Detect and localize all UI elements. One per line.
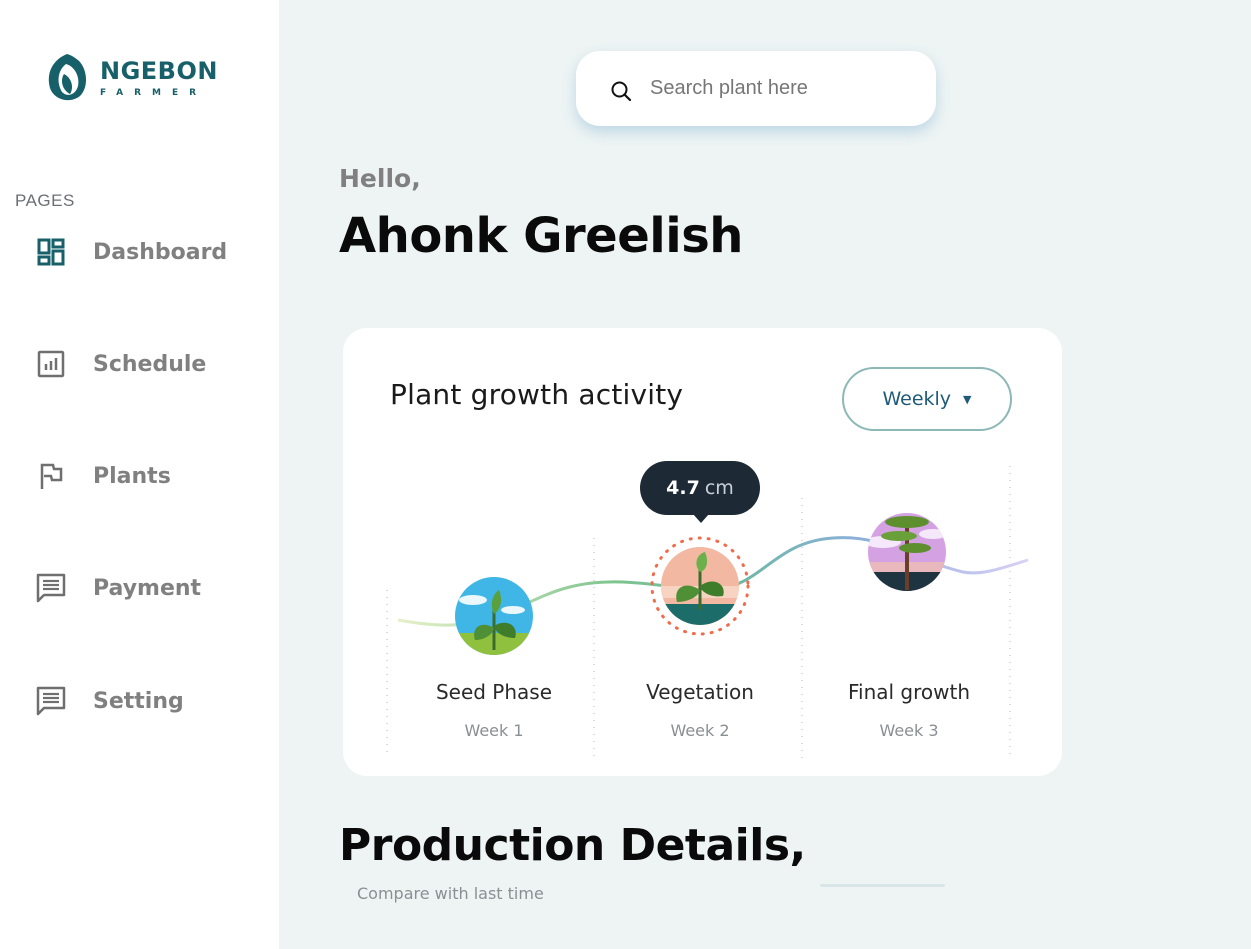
brand-logo[interactable]: NGEBON FARMER <box>44 52 218 104</box>
dashboard-icon <box>34 235 68 269</box>
period-dropdown-label: Weekly <box>882 388 952 410</box>
sidebar: NGEBON FARMER PAGES Dashboard Schedule P… <box>0 0 279 949</box>
sidebar-item-label: Schedule <box>93 351 207 377</box>
card-title: Plant growth activity <box>390 378 684 411</box>
vegetation-image <box>650 536 750 636</box>
brand-name: NGEBON <box>100 56 218 85</box>
sidebar-item-plants[interactable]: Plants <box>34 458 171 494</box>
stage-week: Week 3 <box>879 721 939 740</box>
user-name: Ahonk Greelish <box>339 208 743 264</box>
chart-icon <box>34 347 68 381</box>
tooltip-unit: cm <box>704 477 734 499</box>
sidebar-item-schedule[interactable]: Schedule <box>34 346 206 382</box>
growth-tooltip: 4.7 cm <box>640 461 760 515</box>
period-dropdown[interactable]: Weekly ▼ <box>842 367 1012 431</box>
sidebar-item-dashboard[interactable]: Dashboard <box>34 234 227 270</box>
production-divider <box>820 884 945 887</box>
seed-phase-image <box>455 577 533 655</box>
search-icon[interactable] <box>610 80 632 106</box>
sidebar-item-label: Dashboard <box>93 239 228 265</box>
stage-week: Week 1 <box>464 721 524 740</box>
brand-subtitle: FARMER <box>100 87 208 98</box>
sidebar-item-payment[interactable]: Payment <box>34 570 201 606</box>
tooltip-pointer <box>693 514 709 523</box>
production-subtitle: Compare with last time <box>357 884 544 903</box>
greeting-hello: Hello, <box>339 164 421 193</box>
caret-down-icon: ▼ <box>963 392 972 406</box>
tooltip-value: 4.7 <box>666 477 700 499</box>
pages-section-label: PAGES <box>15 191 75 210</box>
stage-title: Final growth <box>847 680 971 704</box>
search-input[interactable] <box>650 73 910 103</box>
sidebar-item-label: Plants <box>93 463 171 489</box>
final-growth-image <box>868 513 946 591</box>
flag-icon <box>34 459 68 493</box>
message-icon <box>34 571 68 605</box>
sidebar-item-label: Payment <box>93 575 202 601</box>
production-title: Production Details, <box>339 820 806 871</box>
message-icon <box>34 684 68 718</box>
stage-week: Week 2 <box>670 721 730 740</box>
plant-growth-card: Plant growth activity Weekly ▼ 4.7 cm Se… <box>343 328 1062 776</box>
sidebar-item-setting[interactable]: Setting <box>34 683 184 719</box>
sidebar-item-label: Setting <box>93 688 184 714</box>
stage-title: Vegetation <box>646 680 754 704</box>
leaf-logo-icon <box>48 54 86 101</box>
stage-title: Seed Phase <box>435 680 553 704</box>
